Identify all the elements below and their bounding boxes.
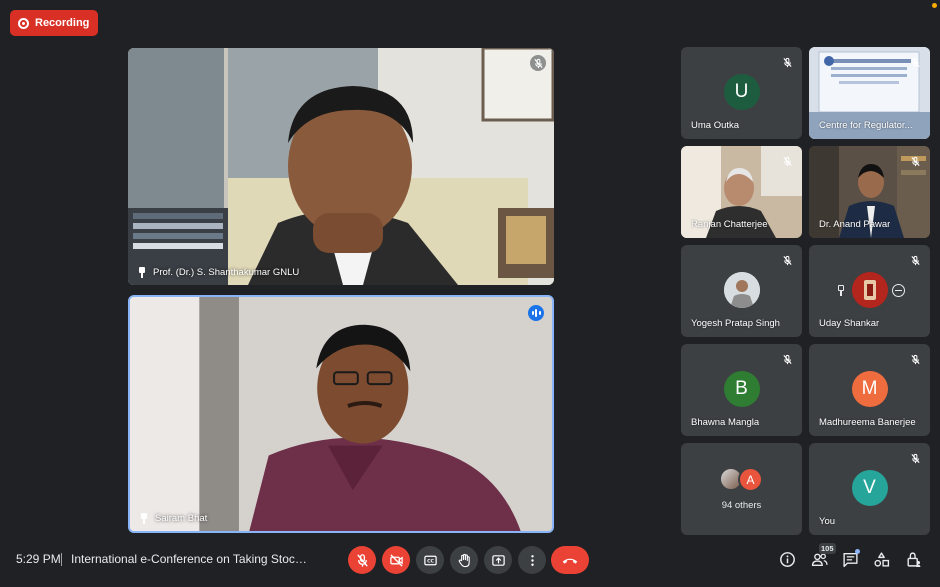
participant-name: Dr. Anand Pawar	[819, 219, 891, 230]
avatar: M	[851, 371, 888, 407]
hand-icon	[458, 553, 470, 567]
speaking-indicator-icon	[528, 305, 544, 321]
avatar-photo	[723, 272, 760, 308]
participant-tile[interactable]: Yogesh Pratap Singh	[681, 245, 802, 337]
main-video-tile-speaker[interactable]: Prof. (Dr.) S. Shanthakumar GNLU	[128, 48, 554, 285]
mic-off-icon	[779, 54, 795, 70]
present-button[interactable]	[484, 546, 512, 574]
participant-tile[interactable]: B Bhawna Mangla	[681, 344, 802, 436]
notification-dot	[855, 549, 860, 554]
avatar: B	[723, 371, 760, 407]
participant-tile[interactable]: U Uma Outka	[681, 47, 802, 139]
speaker-video-feed	[128, 48, 554, 285]
participant-name: Sairam Bhat	[155, 513, 208, 524]
active-speaker-video-feed	[130, 297, 552, 531]
participant-name: Yogesh Pratap Singh	[691, 318, 780, 329]
people-button[interactable]: 105	[810, 543, 836, 568]
avatar: A	[738, 467, 763, 492]
svg-text:CC: CC	[427, 558, 434, 564]
avatar: U	[723, 74, 760, 110]
mic-off-icon	[907, 351, 923, 367]
meeting-info-button[interactable]	[778, 550, 796, 568]
host-controls-button[interactable]	[904, 550, 922, 568]
more-vert-icon	[530, 554, 534, 566]
pin-icon[interactable]	[837, 285, 845, 296]
participant-name: Uma Outka	[691, 120, 740, 131]
recording-label: Recording	[35, 17, 90, 29]
mic-off-icon	[779, 252, 795, 268]
present-screen-icon	[491, 554, 505, 566]
divider	[61, 553, 62, 566]
pin-icon[interactable]	[140, 513, 148, 524]
pin-icon[interactable]	[138, 267, 146, 278]
participant-name: You	[819, 516, 836, 527]
recording-badge[interactable]: Recording	[10, 10, 99, 36]
participant-name: Prof. (Dr.) S. Shanthakumar GNLU	[153, 267, 300, 278]
participants-count-badge: 105	[819, 543, 836, 554]
others-tile[interactable]: A 94 others	[681, 443, 802, 535]
others-count-label: 94 others	[721, 500, 762, 511]
mic-off-icon	[907, 450, 923, 466]
participant-name: Uday Shankar	[819, 318, 880, 329]
activities-button[interactable]	[872, 550, 890, 568]
activities-icon	[873, 551, 889, 567]
leave-call-button[interactable]	[551, 546, 589, 574]
participant-tile[interactable]: Uday Shankar	[809, 245, 930, 337]
end-call-icon	[562, 558, 578, 564]
mic-off-icon	[530, 55, 546, 71]
lock-person-icon	[906, 551, 920, 567]
captions-button[interactable]: CC	[416, 546, 444, 574]
participant-tile[interactable]: M Madhureema Banerjee	[809, 344, 930, 436]
status-dot	[932, 3, 937, 8]
captions-icon: CC	[423, 555, 437, 565]
avatar-logo	[851, 272, 888, 308]
participant-name: Ranjan Chatterjee	[691, 219, 768, 230]
mic-off-icon	[779, 351, 795, 367]
participant-tile[interactable]: Ranjan Chatterjee	[681, 146, 802, 238]
participant-name: Centre for Regulator...	[819, 120, 913, 131]
avatar: V	[851, 470, 888, 506]
others-avatars: A	[719, 467, 769, 492]
participant-tile[interactable]: Centre for Regulator...	[809, 47, 930, 139]
tile-name-label: Sairam Bhat	[140, 513, 207, 524]
mic-off-icon	[779, 153, 795, 169]
camera-off-icon	[389, 553, 403, 567]
chat-button[interactable]	[841, 549, 860, 568]
self-tile[interactable]: V You	[809, 443, 930, 535]
mic-off-icon	[356, 553, 368, 567]
clock: 5:29 PM	[16, 552, 61, 566]
participant-name: Bhawna Mangla	[691, 417, 760, 428]
recording-icon	[18, 17, 29, 29]
meeting-title: International e-Conference on Taking Sto…	[71, 552, 311, 566]
mic-off-icon	[907, 153, 923, 169]
mic-off-icon	[907, 252, 923, 268]
remove-icon[interactable]	[892, 284, 905, 297]
info-icon	[779, 551, 795, 567]
bottom-toolbar: 5:29 PM International e-Conference on Ta…	[0, 533, 940, 587]
main-video-tile-active-speaker[interactable]: Sairam Bhat	[128, 295, 554, 533]
camera-toggle-button[interactable]	[382, 546, 410, 574]
more-options-button[interactable]	[518, 546, 546, 574]
tile-name-label: Prof. (Dr.) S. Shanthakumar GNLU	[138, 267, 299, 278]
mic-off-icon	[907, 54, 923, 70]
mic-toggle-button[interactable]	[348, 546, 376, 574]
raise-hand-button[interactable]	[450, 546, 478, 574]
participant-tile[interactable]: Dr. Anand Pawar	[809, 146, 930, 238]
participant-name: Madhureema Banerjee	[819, 417, 916, 428]
